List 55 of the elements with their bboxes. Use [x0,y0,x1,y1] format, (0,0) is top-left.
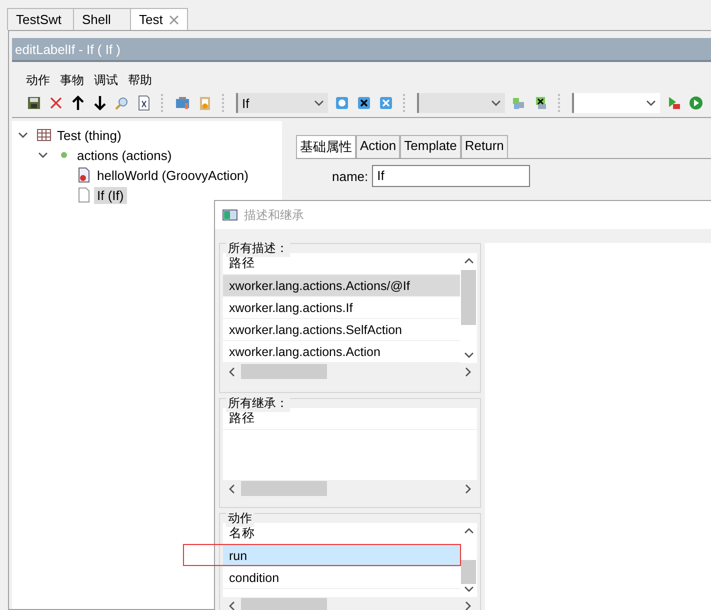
tree-item[interactable]: If (If) [94,186,127,204]
dialog-title: 描述和继承 [244,206,304,224]
arrow-down-icon[interactable] [92,95,108,111]
chevron-down-icon [491,98,501,108]
menu-item[interactable]: 事物 [60,72,84,88]
menu-item[interactable]: 帮助 [128,72,152,88]
close-icon[interactable] [378,95,394,111]
property-tab[interactable]: Template [400,135,461,158]
property-tab[interactable]: 基础属性 [296,135,356,158]
dot-icon [60,151,68,159]
chevron-up-icon [464,526,474,536]
group-title: 所有描述： [226,240,290,257]
chevron-right-icon [463,484,473,494]
clear-icon[interactable] [356,95,372,111]
cubes-icon[interactable] [511,95,527,111]
chevron-right-icon [463,366,473,376]
editor-tab[interactable]: TestSwt [7,8,74,30]
dropdown[interactable] [572,93,660,113]
list-item[interactable]: run [223,545,460,567]
file-icon [76,187,92,203]
chevron-down-icon [646,98,656,108]
field-label: name: [332,168,368,184]
tree-item[interactable]: Test (thing) [54,126,124,144]
cubes-remove-icon[interactable] [533,95,549,111]
save-icon[interactable] [26,95,42,111]
list-item[interactable]: xworker.lang.actions.Actions/@If [223,275,460,297]
chevron-up-icon [464,256,474,266]
chevron-down-icon [464,350,474,360]
view-title: editLabelIf - If ( If ) [12,38,711,62]
chevron-down-icon [464,584,474,594]
clipboard-icon[interactable] [197,95,213,111]
play-icon[interactable] [688,95,704,111]
tree-item[interactable]: actions (actions) [74,146,175,164]
chevron-down-icon [314,98,324,108]
search-icon[interactable] [114,95,130,111]
group-title: 所有继承： [226,395,290,412]
table-icon [36,127,52,143]
chevron-left-icon [227,484,237,494]
chevron-left-icon [227,600,237,610]
menu-item[interactable]: 动作 [26,72,50,88]
window-icon [222,207,238,223]
document-icon[interactable] [136,95,152,111]
delete-icon[interactable] [48,95,64,111]
property-tab[interactable]: Return [460,135,508,158]
script-file-icon [76,167,92,183]
menu-item[interactable]: 调试 [94,72,118,88]
property-tab[interactable]: Action [356,135,400,158]
chevron-left-icon [227,366,237,376]
arrow-up-icon[interactable] [70,95,86,111]
chevron-right-icon [463,600,473,610]
group-title: 动作 [226,510,254,527]
input-field[interactable]: If [372,165,530,187]
editor-tab[interactable]: Test [130,8,188,30]
close-icon[interactable] [168,14,179,24]
tree-item[interactable]: helloWorld (GroovyAction) [94,166,252,184]
